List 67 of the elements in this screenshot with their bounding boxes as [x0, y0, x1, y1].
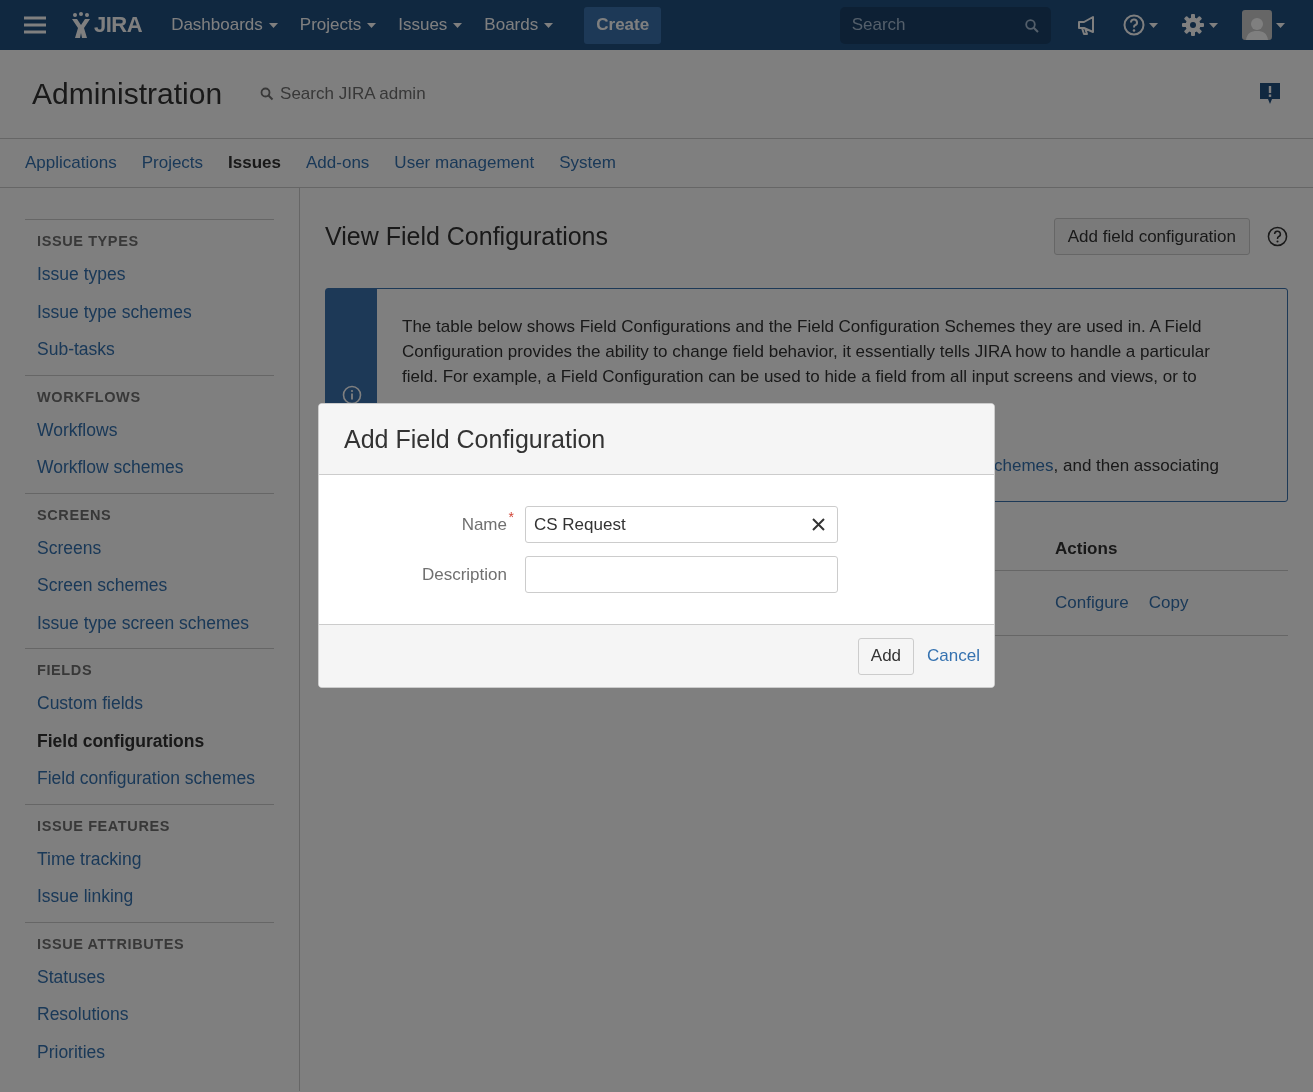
caret-icon [453, 22, 463, 28]
help-icon[interactable] [1267, 226, 1288, 247]
search-icon [1024, 18, 1039, 33]
schemes-link[interactable]: chemes [994, 456, 1054, 475]
admin-tab[interactable]: User management [394, 153, 535, 173]
section-heading: ISSUE FEATURES [37, 817, 171, 834]
nav-menu[interactable]: Boards [473, 15, 565, 35]
sidebar-item[interactable]: Issue types [37, 256, 274, 294]
sidebar-item[interactable]: Screen schemes [37, 567, 274, 605]
sidebar-item[interactable]: Screens [37, 529, 274, 567]
search-field[interactable]: Search [839, 6, 1051, 44]
required-mark: * [508, 508, 514, 525]
caret-icon [1149, 22, 1159, 28]
admin-tab[interactable]: Issues [228, 153, 282, 173]
section-heading: WORKFLOWS [37, 388, 142, 405]
sidebar-item[interactable]: Workflows [37, 411, 274, 449]
logo-text: JIRA [94, 12, 143, 38]
feedback-icon[interactable] [1259, 82, 1281, 106]
sidebar-item[interactable]: Priorities [37, 1033, 274, 1071]
sidebar-item[interactable]: Sub-tasks [37, 331, 274, 369]
action-link[interactable]: Configure [1055, 593, 1129, 613]
section-heading: ISSUE ATTRIBUTES [37, 935, 186, 952]
caret-icon [1208, 22, 1218, 28]
sidebar-item[interactable]: Field configurations [37, 722, 274, 760]
caret-icon [1276, 22, 1285, 28]
nav-menu[interactable]: Dashboards [160, 15, 289, 35]
action-link[interactable]: Copy [1148, 593, 1189, 613]
sidebar-item[interactable]: Resolutions [37, 996, 274, 1034]
page-title: View Field Configurations [325, 222, 609, 251]
sidebar-item[interactable]: Issue linking [37, 878, 274, 916]
caret-icon [544, 22, 554, 28]
clear-icon[interactable] [812, 518, 825, 531]
sidebar-item[interactable]: Issue type screen schemes [37, 604, 274, 642]
page-heading: Administration [32, 77, 223, 111]
sidebar-item[interactable]: Field configuration schemes [37, 760, 274, 798]
admin-tab[interactable]: Add-ons [306, 153, 370, 173]
caret-icon [268, 22, 278, 28]
nav-menu[interactable]: Issues [387, 15, 474, 35]
add-button[interactable]: Add [857, 637, 915, 675]
settings-icon[interactable] [1182, 14, 1205, 36]
sidebar-item[interactable]: Issue type schemes [37, 293, 274, 331]
column-header: Actions [1055, 538, 1118, 559]
avatar-icon[interactable] [1241, 10, 1272, 40]
admin-search-field[interactable]: Search JIRA admin [280, 84, 426, 104]
section-heading: ISSUE TYPES [37, 233, 140, 249]
add-configuration-button[interactable]: Add field configuration [1053, 218, 1250, 255]
admin-tab[interactable]: Applications [25, 153, 117, 173]
admin-tab[interactable]: Projects [141, 153, 204, 173]
text-field[interactable]: CS Request [525, 506, 838, 543]
nav-menu[interactable]: Projects [288, 15, 388, 35]
sidebar-item[interactable]: Custom fields [37, 685, 274, 723]
sidebar-item[interactable]: Time tracking [37, 840, 274, 878]
sidebar-item[interactable]: Workflow schemes [37, 449, 274, 487]
text-field[interactable] [525, 556, 838, 593]
caret-icon [367, 22, 377, 28]
field-label: Description [420, 564, 507, 585]
logo-icon [70, 12, 92, 38]
create-button[interactable]: Create [584, 6, 662, 44]
dialog-title: Add Field Configuration [344, 424, 606, 454]
section-heading: SCREENS [37, 506, 113, 523]
menu-icon[interactable] [24, 16, 46, 34]
search-icon [260, 87, 275, 101]
cancel-link[interactable]: Cancel [927, 646, 980, 666]
info-text: The table below shows Field Configurations and the Field Configuration Schemes they are used in. A Field Configuration provides the ability to change field behavior, it essentially tells JIRA how to handle a particular field. For example, a Field Configuration can be used to hide a field from all input screens and views, or to [402, 316, 1211, 388]
admin-tab[interactable]: System [559, 153, 616, 173]
sidebar-item[interactable]: Statuses [37, 958, 274, 996]
section-heading: FIELDS [37, 662, 94, 678]
